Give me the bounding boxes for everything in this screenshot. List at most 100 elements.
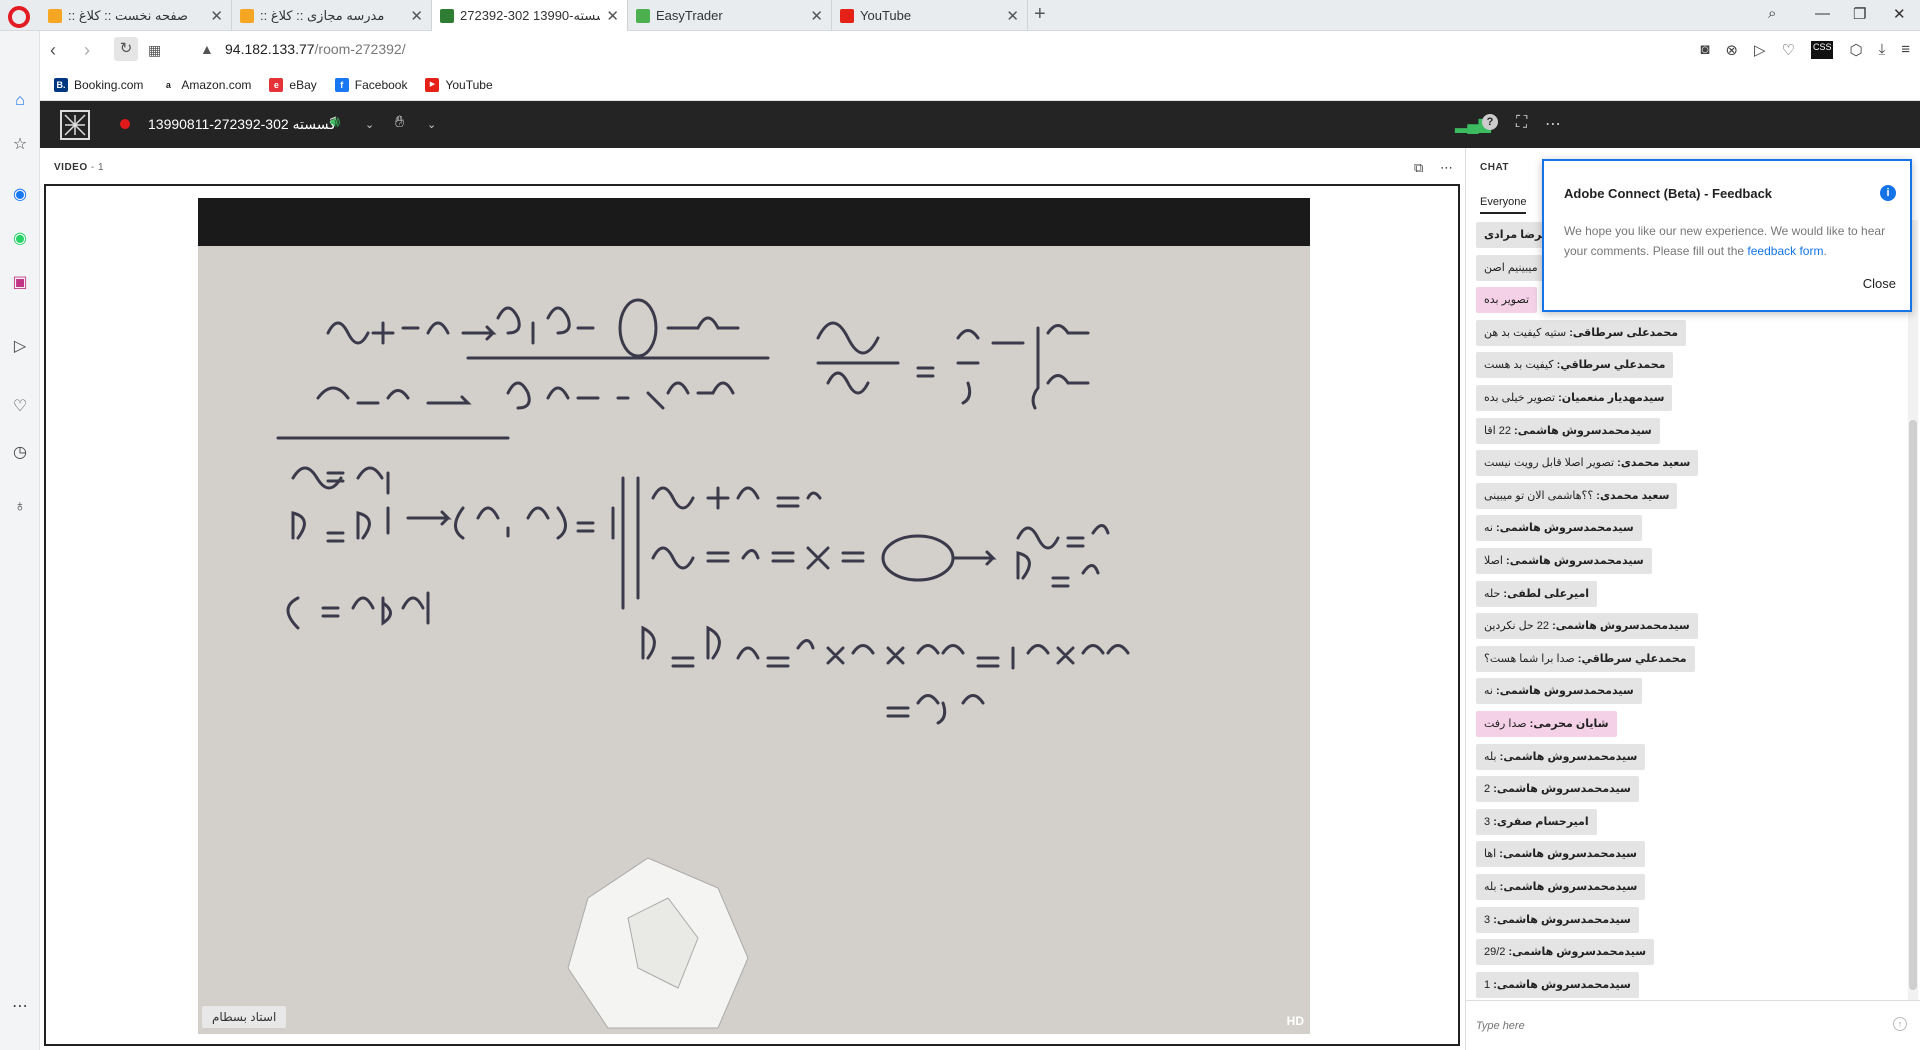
bookmark-ebay[interactable]: e eBay [269,77,317,92]
heart-icon[interactable]: ♡ [10,397,30,417]
url-path: /room-272392/ [314,41,406,57]
chat-sender-name: امیرعلی لطفی: [1503,587,1590,600]
back-icon[interactable]: ‹ [50,40,56,61]
home-icon[interactable]: ⌂ [10,91,30,111]
address-bar-actions: ◙ ⊗ ▷ ♡ CSS ⬡ ⤓ ≡ [1700,41,1910,59]
speed-dial-icon[interactable]: ☆ [10,135,30,155]
tab-label: 272392-302 گسسته-13990 [460,7,600,23]
feedback-title: Adobe Connect (Beta) - Feedback [1564,186,1773,201]
more-icon[interactable]: ⋯ [10,997,30,1017]
chat-message: سیدمحمدسروش هاشمی: 3 [1476,906,1639,933]
tab-3-active[interactable]: 272392-302 گسسته-13990 ✕ [432,0,628,31]
pod-maximize-icon[interactable]: ⧉ [1414,160,1423,176]
recording-indicator-icon [120,119,130,129]
chat-message: سیدمحمدسروش هاشمی: 22 اقا [1476,417,1660,444]
booking-icon: B. [54,77,68,92]
bulb-icon[interactable]: ♁ [10,497,30,517]
tab-close-icon[interactable]: ✕ [1006,7,1019,25]
download-icon[interactable]: ⤓ [1879,41,1886,59]
tab-1[interactable]: :: صفحه نخست :: کلاغ ✕ [40,0,232,31]
instagram-icon[interactable]: ▣ [10,273,30,293]
pod-options-icon[interactable]: ⋯ [1440,160,1453,176]
chat-message-text: تصویر اصلا قابل رویت نیست [1484,457,1615,470]
chat-message: سیدمحمدسروش هاشمی: نه [1476,678,1642,705]
chat-message-text: نه [1484,685,1493,698]
tab-4[interactable]: EasyTrader ✕ [628,0,832,31]
chat-message-text: تصویر خیلی بده [1484,392,1556,404]
url-field[interactable]: 94.182.133.77/room-272392/ [225,41,406,57]
fullscreen-icon[interactable]: ⛶ [1516,114,1527,132]
menu-icon[interactable]: ≡ [1901,41,1910,59]
chat-scrollbar[interactable] [1908,220,1918,1000]
chat-message: سعید محمدی: ؟؟هاشمی الان تو میبینی [1476,482,1678,509]
bookmark-youtube[interactable]: ▶ YouTube [425,77,493,92]
meeting-title: 13990811-272392-302 گسسته [148,116,336,132]
close-window-icon[interactable]: ✕ [1893,5,1906,23]
chat-sender-name: سیدمحمدسروش هاشمی: [1499,881,1638,893]
hd-badge: HD [1286,1014,1304,1028]
feedback-close-button[interactable]: Close [1863,276,1896,291]
info-icon[interactable]: i [1880,185,1896,201]
speaker-icon[interactable]: 🔊︎ [330,114,340,132]
bookmark-facebook[interactable]: f Facebook [334,77,407,92]
chat-send-icon[interactable]: ↑ [1893,1017,1907,1031]
chat-message: سیدمحمدسروش هاشمی: 2 [1476,776,1639,803]
chat-message-text: صدا رفت [1484,718,1527,730]
chat-message: سیدمحمدسروش هاشمی: اصلا [1476,548,1652,574]
opera-logo-icon[interactable] [8,6,30,28]
camera-icon[interactable]: ◙ [1700,41,1709,59]
chat-tab-everyone[interactable]: Everyone [1480,196,1527,214]
search-tabs-icon[interactable]: ⌕ [1768,5,1776,22]
bookmark-heart-icon[interactable]: ♡ [1782,41,1795,59]
video-frame[interactable]: استاد بسطام HD [44,184,1460,1046]
raise-hand-icon[interactable]: ✋︎ [395,114,404,132]
bookmark-amazon[interactable]: a Amazon.com [161,77,251,92]
tab-2[interactable]: :: مدرسه مجازی :: کلاغ ✕ [232,0,432,31]
messenger-icon[interactable]: ◉ [10,185,30,205]
cube-icon[interactable]: ⬡ [1849,41,1862,59]
chat-sender-name: سیدمحمدسروش هاشمی: [1496,522,1634,535]
extension-css-icon[interactable]: CSS [1810,41,1834,59]
more-options-icon[interactable]: ⋯ [1545,114,1561,134]
feedback-form-link[interactable]: feedback form [1747,244,1823,258]
ebay-icon: e [269,77,284,92]
chat-sender-name: سیدمحمدسروش هاشمی: [1552,620,1690,633]
adblock-icon[interactable]: ⊗ [1725,41,1738,59]
warning-icon[interactable]: ▲ [200,41,214,57]
adobe-connect-logo-icon[interactable] [60,110,90,140]
hand-dropdown-icon[interactable]: ⌄ [427,118,436,131]
whatsapp-icon[interactable]: ◉ [10,229,30,249]
chat-message: امیرعلی لطفی: حله [1476,580,1598,607]
tab-label: :: مدرسه مجازی :: کلاغ [260,7,385,23]
speaker-dropdown-icon[interactable]: ⌄ [365,118,374,131]
send-icon[interactable]: ▷ [10,337,30,357]
bookmark-booking[interactable]: B. Booking.com [54,77,143,92]
feedback-period: . [1823,244,1827,258]
send-page-icon[interactable]: ▷ [1754,41,1766,59]
chat-message: سیدمحمدسروش هاشمی: 1 [1476,971,1639,998]
chat-input-area: ↑ [1466,1000,1920,1050]
history-icon[interactable]: ◷ [10,443,30,463]
chat-sender-name: سیدمحمدسروش هاشمی: [1514,424,1652,437]
tab-label: :: صفحه نخست :: کلاغ [68,7,188,23]
chat-sender-name: سعید محمدی: [1617,457,1691,470]
tab-close-icon[interactable]: ✕ [606,7,619,25]
restore-icon[interactable]: ❐ [1853,5,1866,23]
chat-scroll-thumb[interactable] [1909,420,1917,990]
minimize-icon[interactable]: — [1815,5,1830,22]
whiteboard-video-feed: استاد بسطام HD [198,198,1310,1034]
chat-sender-name: محمدعلی سرطاقی: [1569,326,1679,339]
tab-close-icon[interactable]: ✕ [410,7,423,25]
tab-close-icon[interactable]: ✕ [210,7,223,25]
tab-5[interactable]: YouTube ✕ [832,0,1028,31]
reload-icon[interactable]: ↻ [114,37,138,61]
video-pod: VIDEO - 1 ⧉ ⋯ استاد بسطام HD [40,148,1465,1050]
chat-input[interactable] [1476,1015,1866,1037]
tab-grid-icon[interactable]: ▦ [148,42,161,59]
new-tab-button[interactable]: + [1034,3,1046,26]
tab-close-icon[interactable]: ✕ [810,7,823,25]
help-icon[interactable]: ? [1482,114,1498,130]
forward-icon[interactable]: › [84,40,90,61]
chat-sender-name: سیدمحمدسروش هاشمی: [1508,946,1647,959]
chat-message-list[interactable]: امیرضا مرادی میبینیم اصن تصویر بده محمدعل… [1476,220,1902,1000]
